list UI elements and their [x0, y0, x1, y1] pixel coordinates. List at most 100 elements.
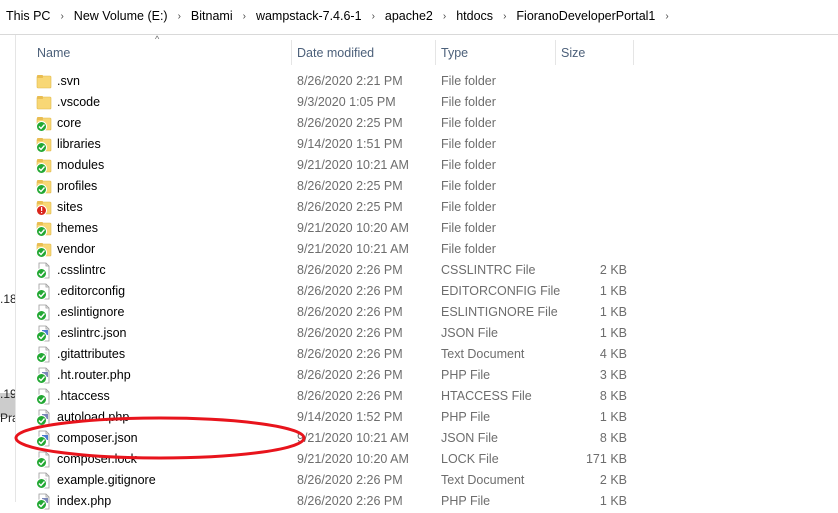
- file-synced-icon: [36, 283, 52, 300]
- file-date-modified: 8/26/2020 2:25 PM: [297, 116, 403, 130]
- file-name: libraries: [57, 137, 101, 151]
- file-type: ESLINTIGNORE File: [441, 305, 558, 319]
- folder-synced-icon: [36, 157, 52, 174]
- file-row[interactable]: composer.json 9/21/2020 10:21 AM JSON File…: [32, 428, 632, 449]
- column-divider[interactable]: [291, 40, 292, 65]
- file-name: composer.lock: [57, 452, 137, 466]
- nav-item-fragment[interactable]: Prav: [0, 411, 15, 425]
- file-row[interactable]: .vscode 9/3/2020 1:05 PM File folder: [32, 92, 632, 113]
- column-divider[interactable]: [435, 40, 436, 65]
- file-name: sites: [57, 200, 83, 214]
- file-row[interactable]: core 8/26/2020 2:25 PM File folder: [32, 113, 632, 134]
- file-row[interactable]: vendor 9/21/2020 10:21 AM File folder: [32, 239, 632, 260]
- chevron-right-icon[interactable]: ›: [60, 11, 63, 22]
- folder-icon: [36, 73, 52, 90]
- nav-item-fragment[interactable]: .192: [0, 387, 15, 401]
- file-row[interactable]: .editorconfig 8/26/2020 2:26 PM EDITORCONF…: [32, 281, 632, 302]
- breadcrumb-item[interactable]: wampstack-7.4.6-1: [254, 9, 364, 23]
- file-date-modified: 8/26/2020 2:26 PM: [297, 389, 403, 403]
- column-header-name[interactable]: Name: [37, 43, 70, 63]
- chevron-right-icon[interactable]: ›: [503, 11, 506, 22]
- php-file-synced-icon: [36, 409, 52, 426]
- file-name: modules: [57, 158, 105, 172]
- chevron-right-icon[interactable]: ›: [243, 11, 246, 22]
- breadcrumb-item[interactable]: This PC: [4, 9, 52, 23]
- file-name: .vscode: [57, 95, 101, 109]
- file-row[interactable]: .htaccess 8/26/2020 2:26 PM HTACCESS File 8…: [32, 386, 632, 407]
- file-type: File folder: [441, 179, 496, 193]
- file-date-modified: 8/26/2020 2:26 PM: [297, 494, 403, 508]
- column-header-type[interactable]: Type: [441, 43, 468, 63]
- file-date-modified: 8/26/2020 2:26 PM: [297, 263, 403, 277]
- file-synced-icon: [36, 304, 52, 321]
- json-file-synced-icon: [36, 325, 52, 342]
- file-row[interactable]: .gitattributes 8/26/2020 2:26 PM Text Docu…: [32, 344, 632, 365]
- file-synced-icon: [36, 451, 52, 468]
- file-row[interactable]: .ht.router.php 8/26/2020 2:26 PM PHP File 3…: [32, 365, 632, 386]
- address-bar[interactable]: This PC › New Volume (E:) › Bitnami › wampstac…: [0, 0, 838, 35]
- file-type: PHP File: [441, 368, 491, 382]
- file-name: .gitattributes: [57, 347, 126, 361]
- file-row[interactable]: composer.lock 9/21/2020 10:20 AM LOCK File…: [32, 449, 632, 470]
- file-type: LOCK File: [441, 452, 499, 466]
- file-row[interactable]: .svn 8/26/2020 2:21 PM File folder: [32, 71, 632, 92]
- file-date-modified: 8/26/2020 2:26 PM: [297, 347, 403, 361]
- file-type: File folder: [441, 200, 496, 214]
- chevron-right-icon[interactable]: ›: [372, 11, 375, 22]
- file-type: CSSLINTRC File: [441, 263, 536, 277]
- file-type: PHP File: [441, 494, 491, 508]
- file-size: 8 KB: [599, 389, 627, 403]
- chevron-right-icon[interactable]: ›: [178, 11, 181, 22]
- column-header-date[interactable]: Date modified: [297, 43, 374, 63]
- breadcrumb-item[interactable]: Bitnami: [189, 9, 235, 23]
- folder-synced-icon: [36, 220, 52, 237]
- column-divider[interactable]: [633, 40, 634, 65]
- chevron-right-icon[interactable]: ›: [443, 11, 446, 22]
- file-row[interactable]: themes 9/21/2020 10:20 AM File folder: [32, 218, 632, 239]
- folder-synced-icon: [36, 178, 52, 195]
- file-size: 1 KB: [599, 305, 627, 319]
- file-row[interactable]: autoload.php 9/14/2020 1:52 PM PHP File 1 K…: [32, 407, 632, 428]
- breadcrumb-item[interactable]: apache2: [383, 9, 435, 23]
- breadcrumb-item[interactable]: FioranoDeveloperPortal1: [514, 9, 657, 23]
- file-date-modified: 9/21/2020 10:21 AM: [297, 158, 409, 172]
- breadcrumb-item[interactable]: htdocs: [454, 9, 495, 23]
- file-name: .htaccess: [57, 389, 110, 403]
- chevron-right-icon[interactable]: ›: [665, 11, 668, 22]
- file-date-modified: 9/14/2020 1:51 PM: [297, 137, 403, 151]
- file-size: 171 KB: [585, 452, 627, 466]
- php-file-synced-icon: [36, 367, 52, 384]
- file-row[interactable]: .csslintrc 8/26/2020 2:26 PM CSSLINTRC Fil…: [32, 260, 632, 281]
- file-name: index.php: [57, 494, 112, 508]
- file-row[interactable]: libraries 9/14/2020 1:51 PM File folder: [32, 134, 632, 155]
- file-size: 1 KB: [599, 284, 627, 298]
- file-row[interactable]: .eslintignore 8/26/2020 2:26 PM ESLINTIGNO…: [32, 302, 632, 323]
- file-date-modified: 8/26/2020 2:26 PM: [297, 305, 403, 319]
- nav-item-fragment[interactable]: .18: [0, 292, 15, 306]
- file-date-modified: 9/21/2020 10:21 AM: [297, 242, 409, 256]
- file-row[interactable]: .eslintrc.json 8/26/2020 2:26 PM JSON File…: [32, 323, 632, 344]
- file-type: File folder: [441, 116, 496, 130]
- file-row[interactable]: sites 8/26/2020 2:25 PM File folder: [32, 197, 632, 218]
- file-row[interactable]: modules 9/21/2020 10:21 AM File folder: [32, 155, 632, 176]
- breadcrumb-item[interactable]: New Volume (E:): [72, 9, 170, 23]
- file-name: themes: [57, 221, 98, 235]
- file-row[interactable]: profiles 8/26/2020 2:25 PM File folder: [32, 176, 632, 197]
- navigation-pane[interactable]: .18 .192 Prav: [0, 35, 16, 502]
- column-divider[interactable]: [555, 40, 556, 65]
- file-name: .editorconfig: [57, 284, 126, 298]
- file-size: 2 KB: [599, 263, 627, 277]
- file-size: 4 KB: [599, 347, 627, 361]
- file-type: JSON File: [441, 326, 498, 340]
- file-date-modified: 8/26/2020 2:26 PM: [297, 368, 403, 382]
- file-size: 1 KB: [599, 326, 627, 340]
- file-date-modified: 8/26/2020 2:26 PM: [297, 326, 403, 340]
- file-name: profiles: [57, 179, 98, 193]
- file-type: Text Document: [441, 347, 525, 361]
- column-header-size[interactable]: Size: [561, 43, 585, 63]
- file-type: Text Document: [441, 473, 525, 487]
- file-synced-icon: [36, 262, 52, 279]
- file-row[interactable]: example.gitignore 8/26/2020 2:26 PM Text D…: [32, 470, 632, 491]
- file-type: File folder: [441, 221, 496, 235]
- file-date-modified: 9/21/2020 10:20 AM: [297, 221, 409, 235]
